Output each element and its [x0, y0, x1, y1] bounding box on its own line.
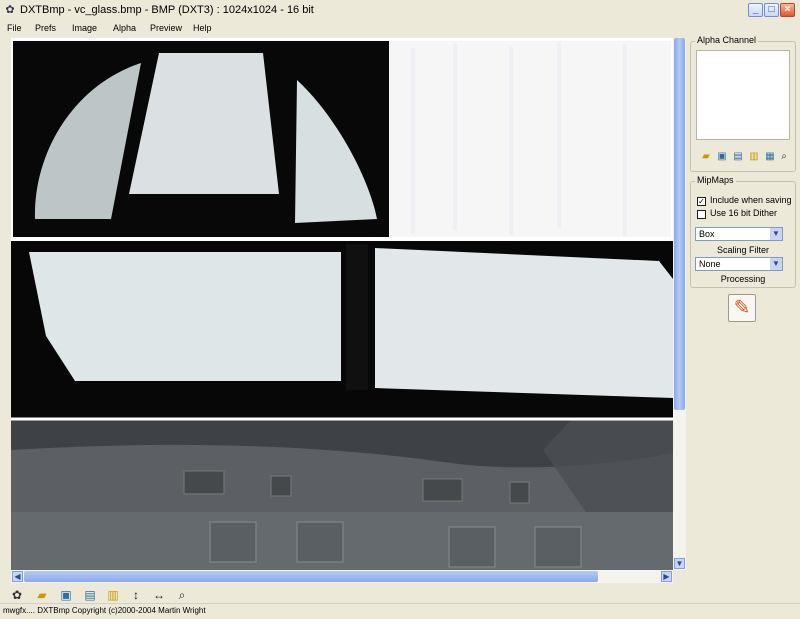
toolbar-flip-horizontal-icon[interactable]: ↔ [151, 588, 167, 602]
include-when-saving-checkbox[interactable]: ✓ [697, 197, 706, 206]
paint-brush-button[interactable]: ✎ [728, 294, 756, 322]
zoom-icon[interactable]: ⌕ [777, 151, 791, 163]
import-icon[interactable]: ▤ [731, 151, 745, 163]
save-icon[interactable]: ▣ [715, 151, 729, 163]
alpha-channel-label: Alpha Channel [695, 35, 759, 45]
paint-brush-icon: ✎ [733, 297, 751, 319]
scroll-left-arrow-icon[interactable]: ◀ [12, 571, 23, 582]
scaling-filter-label: Scaling Filter [716, 245, 770, 255]
mipmaps-label: MipMaps [695, 175, 736, 185]
open-folder-icon[interactable]: ▰ [699, 151, 713, 163]
menu-image[interactable]: Image [72, 23, 97, 33]
texture-image [11, 38, 673, 570]
scaling-filter-value: Box [699, 229, 715, 239]
mipmaps-panel: MipMaps ✓ Include when saving Use 16 bit… [690, 175, 796, 288]
chevron-down-icon[interactable]: ▼ [770, 258, 782, 270]
processing-value: None [699, 259, 721, 269]
toolbar-flip-vertical-icon[interactable]: ↕ [128, 588, 144, 602]
export-icon[interactable]: ▥ [747, 151, 761, 163]
use-16bit-dither-checkbox[interactable] [697, 210, 706, 219]
horizontal-scroll-thumb[interactable] [24, 571, 598, 582]
processing-select[interactable]: None ▼ [695, 257, 783, 271]
scroll-right-arrow-icon[interactable]: ▶ [661, 571, 672, 582]
status-bar: mwgfx.... DXTBmp Copyright (c)2000-2004 … [0, 603, 800, 619]
alpha-preview [696, 50, 790, 140]
status-text: mwgfx.... DXTBmp Copyright (c)2000-2004 … [3, 606, 206, 615]
use-16bit-dither-label: Use 16 bit Dither [710, 208, 778, 218]
window-title: DXTBmp - vc_glass.bmp - BMP (DXT3) : 102… [20, 4, 314, 16]
scroll-down-arrow-icon[interactable]: ▼ [674, 558, 685, 569]
toolbar-import-icon[interactable]: ▤ [82, 588, 98, 602]
menu-help[interactable]: Help [193, 23, 212, 33]
menu-bar: File Prefs Image Alpha Preview Help [0, 21, 800, 37]
menu-alpha[interactable]: Alpha [113, 23, 136, 33]
vertical-scroll-thumb[interactable] [674, 38, 685, 410]
menu-file[interactable]: File [7, 23, 22, 33]
minimize-button[interactable]: _ [748, 3, 763, 17]
texture-preview[interactable] [11, 38, 673, 570]
toolbar-open-icon[interactable]: ▰ [34, 588, 50, 602]
toolbar-zoom-icon[interactable]: ⌕ [174, 588, 190, 602]
processing-label: Processing [720, 274, 766, 284]
menu-prefs[interactable]: Prefs [35, 23, 56, 33]
butterfly-icon[interactable]: ✿ [3, 4, 17, 17]
vertical-scrollbar[interactable]: ▼ [673, 38, 686, 570]
alpha-channel-panel: Alpha Channel ▰ ▣ ▤ ▥ ▦ ⌕ [690, 35, 796, 172]
chevron-down-icon[interactable]: ▼ [770, 228, 782, 240]
scaling-filter-select[interactable]: Box ▼ [695, 227, 783, 241]
menu-preview[interactable]: Preview [150, 23, 182, 33]
toolbar-save-icon[interactable]: ▣ [58, 588, 74, 602]
maximize-button[interactable]: □ [764, 3, 779, 17]
title-bar: ✿ DXTBmp - vc_glass.bmp - BMP (DXT3) : 1… [0, 0, 800, 22]
close-button[interactable]: × [780, 3, 795, 17]
toolbar-export-icon[interactable]: ▥ [105, 588, 121, 602]
view-alpha-icon[interactable]: ▦ [763, 151, 777, 163]
horizontal-scrollbar[interactable]: ◀ ▶ [11, 570, 673, 583]
toolbar-butterfly-icon[interactable]: ✿ [9, 588, 25, 602]
include-when-saving-label: Include when saving [710, 195, 792, 205]
